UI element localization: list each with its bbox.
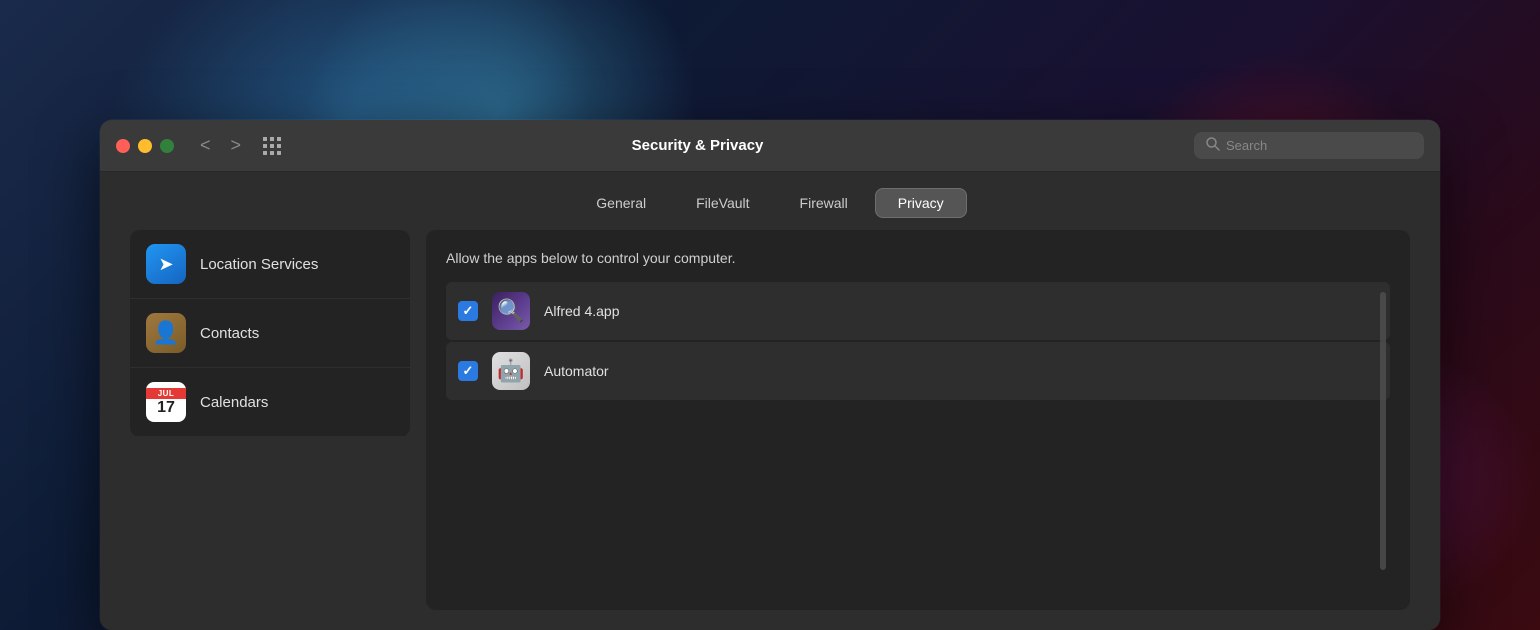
right-scrollbar[interactable] bbox=[1380, 292, 1386, 570]
right-panel-description: Allow the apps below to control your com… bbox=[446, 250, 1390, 266]
maximize-button[interactable] bbox=[160, 139, 174, 153]
sidebar-wrapper: ➤ Location Services 👤 Contacts JUL 17 bbox=[130, 230, 410, 610]
search-icon bbox=[1206, 137, 1220, 154]
tab-firewall[interactable]: Firewall bbox=[777, 188, 871, 218]
calendar-month: JUL bbox=[146, 388, 186, 399]
tabs-bar: General FileVault Firewall Privacy bbox=[100, 172, 1440, 230]
alfred-app-name: Alfred 4.app bbox=[544, 303, 620, 319]
automator-app-name: Automator bbox=[544, 363, 609, 379]
location-services-label: Location Services bbox=[200, 256, 318, 273]
calendars-icon: JUL 17 bbox=[146, 382, 186, 422]
search-box bbox=[1194, 132, 1424, 159]
sidebar-item-calendars[interactable]: JUL 17 Calendars bbox=[130, 368, 410, 437]
checkmark-icon: ✓ bbox=[463, 363, 474, 379]
apps-list: ✓ 🔍 Alfred 4.app ✓ 🤖 Automator bbox=[446, 282, 1390, 590]
automator-emoji: 🤖 bbox=[497, 358, 524, 384]
sidebar-list: ➤ Location Services 👤 Contacts JUL 17 bbox=[130, 230, 410, 437]
minimize-button[interactable] bbox=[138, 139, 152, 153]
system-preferences-window: < > Security & Privacy G bbox=[100, 120, 1440, 630]
close-button[interactable] bbox=[116, 139, 130, 153]
right-panel: Allow the apps below to control your com… bbox=[426, 230, 1410, 610]
contacts-icon: 👤 bbox=[146, 313, 186, 353]
tab-filevault[interactable]: FileVault bbox=[673, 188, 772, 218]
traffic-lights bbox=[116, 139, 174, 153]
sidebar-item-location[interactable]: ➤ Location Services bbox=[130, 230, 410, 299]
checkmark-icon: ✓ bbox=[463, 303, 474, 319]
titlebar: < > Security & Privacy bbox=[100, 120, 1440, 172]
contacts-emoji: 👤 bbox=[152, 320, 179, 346]
alfred-emoji: 🔍 bbox=[497, 298, 524, 324]
tab-general[interactable]: General bbox=[573, 188, 669, 218]
window-title: Security & Privacy bbox=[201, 137, 1194, 154]
contacts-label: Contacts bbox=[200, 325, 259, 342]
app-row-alfred[interactable]: ✓ 🔍 Alfred 4.app bbox=[446, 282, 1390, 340]
arrow-icon: ➤ bbox=[158, 254, 173, 275]
location-services-icon: ➤ bbox=[146, 244, 186, 284]
app-row-automator[interactable]: ✓ 🤖 Automator bbox=[446, 342, 1390, 400]
calendar-day: 17 bbox=[157, 400, 175, 416]
tab-privacy[interactable]: Privacy bbox=[875, 188, 967, 218]
main-content: ➤ Location Services 👤 Contacts JUL 17 bbox=[100, 230, 1440, 630]
alfred-app-icon: 🔍 bbox=[492, 292, 530, 330]
automator-checkbox[interactable]: ✓ bbox=[458, 361, 478, 381]
alfred-checkbox[interactable]: ✓ bbox=[458, 301, 478, 321]
sidebar-item-contacts[interactable]: 👤 Contacts bbox=[130, 299, 410, 368]
automator-app-icon: 🤖 bbox=[492, 352, 530, 390]
calendars-label: Calendars bbox=[200, 394, 268, 411]
search-input[interactable] bbox=[1226, 138, 1412, 153]
